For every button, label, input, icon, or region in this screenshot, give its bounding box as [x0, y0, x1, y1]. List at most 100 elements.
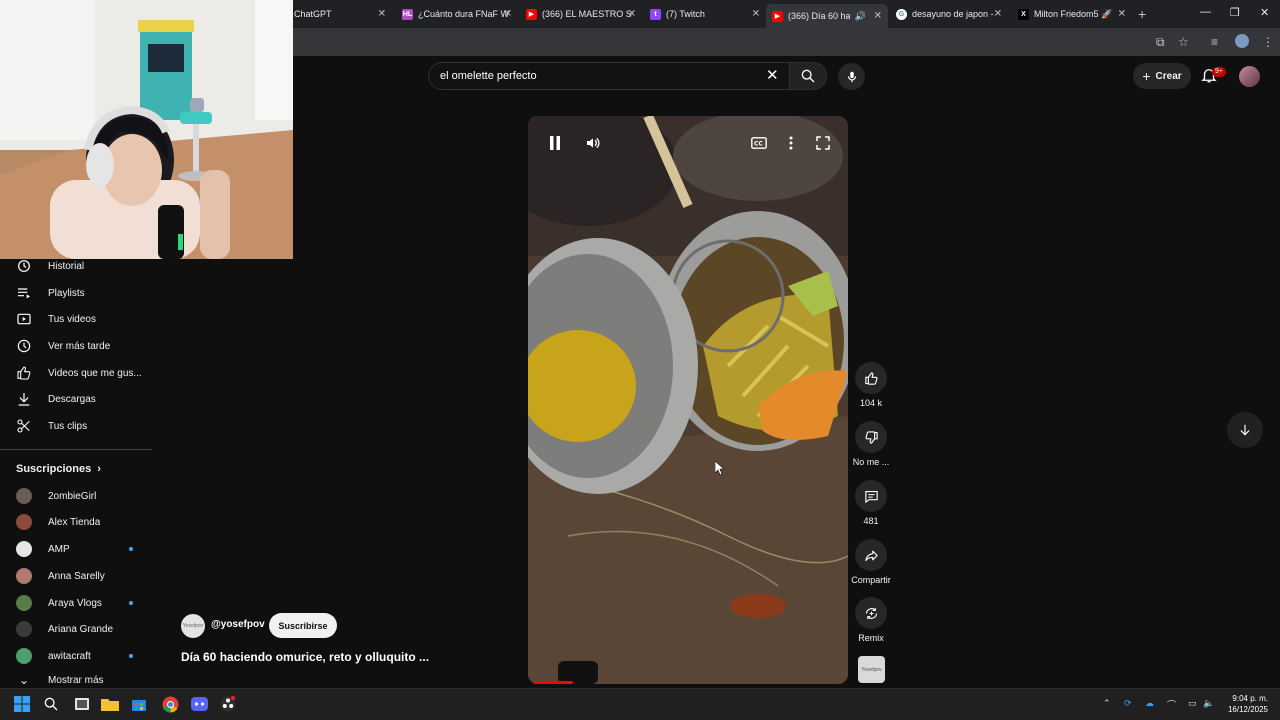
tab-youtube-maestro[interactable]: ▶ (366) EL MAESTRO S ✕ — [520, 4, 642, 24]
sidebar-item-ver-mas-tarde[interactable]: Ver más tarde — [0, 333, 152, 359]
channel-avatar — [16, 514, 32, 530]
chrome-icon[interactable] — [160, 694, 180, 714]
close-icon[interactable]: ✕ — [504, 9, 512, 20]
share-label: Compartir — [851, 575, 891, 585]
account-avatar[interactable] — [1239, 66, 1260, 87]
close-icon[interactable]: ✕ — [1118, 9, 1126, 20]
cast-icon[interactable]: ⧉ — [1156, 35, 1165, 50]
maximize-icon[interactable]: ❐ — [1230, 6, 1240, 19]
video-title[interactable]: Día 60 haciendo omurice, reto y olluquit… — [181, 650, 429, 664]
minimize-icon[interactable]: — — [1200, 6, 1211, 18]
close-icon[interactable]: ✕ — [628, 9, 636, 20]
subscription-item[interactable]: 2ombieGirl — [0, 483, 152, 509]
sidebar-item-label: Tus videos — [48, 313, 96, 325]
subscription-item[interactable]: Ariana Grande — [0, 616, 152, 642]
taskbar-search-icon[interactable] — [41, 694, 61, 714]
network-icon[interactable]: ▭ — [1188, 698, 1197, 709]
close-icon[interactable]: ✕ — [752, 9, 760, 20]
sidebar-item-liked[interactable]: Videos que me gus... — [0, 360, 152, 386]
svg-text:CC: CC — [754, 141, 763, 148]
tab-youtube-active[interactable]: ▶ (366) Día 60 hacie 🔊 ✕ — [766, 4, 888, 28]
file-explorer-icon[interactable] — [100, 694, 120, 714]
system-clock[interactable]: 9:04 p. m. 16/12/2025 — [1222, 693, 1268, 715]
bookmark-star-icon[interactable]: ☆ — [1178, 35, 1189, 49]
subscription-item[interactable]: Alex Tienda — [0, 509, 152, 535]
discord-icon[interactable] — [189, 694, 209, 714]
channel-name[interactable]: @yosefpov — [211, 619, 265, 630]
more-options-button[interactable] — [781, 133, 801, 153]
pause-button[interactable] — [545, 133, 565, 153]
clear-search-icon[interactable]: ✕ — [766, 66, 779, 84]
sidebar-item-descargas[interactable]: Descargas — [0, 386, 152, 412]
subscription-item[interactable]: awitacraft — [0, 643, 152, 669]
tab-google[interactable]: G desayuno de japon - ✕ — [890, 4, 1008, 24]
volume-button[interactable] — [583, 133, 603, 153]
create-label: Crear — [1155, 70, 1182, 82]
dislike-button[interactable] — [855, 421, 887, 453]
clock-time: 9:04 p. m. — [1232, 694, 1268, 703]
share-button[interactable] — [855, 539, 887, 571]
sidebar-item-historial[interactable]: Historial — [0, 253, 152, 279]
search-button[interactable] — [789, 62, 827, 90]
close-icon[interactable]: ✕ — [874, 11, 882, 22]
window-close-icon[interactable]: ✕ — [1260, 6, 1269, 19]
browser-menu-icon[interactable]: ⋮ — [1262, 35, 1274, 49]
sidebar-item-tus-videos[interactable]: Tus videos — [0, 306, 152, 332]
share-icon — [864, 550, 878, 561]
chevron-up-icon[interactable]: ⌃ — [1103, 698, 1111, 709]
channel-avatar — [16, 568, 32, 584]
obs-icon[interactable] — [218, 694, 238, 714]
subscriptions-header[interactable]: Suscripciones › — [16, 463, 101, 475]
subscriptions-title: Suscripciones — [16, 463, 92, 475]
subscription-item[interactable]: Araya Vlogs — [0, 590, 152, 616]
thumbnail-text: Yosefpov — [861, 666, 882, 673]
media-controls-icon[interactable]: ≡ — [1211, 35, 1218, 49]
search-input[interactable]: el omelette perfecto — [428, 62, 790, 90]
channel-avatar — [16, 621, 32, 637]
show-more-label: Mostrar más — [48, 674, 104, 686]
show-more-button[interactable]: ⌄ Mostrar más — [0, 670, 152, 690]
remix-button[interactable] — [855, 597, 887, 629]
sync-icon[interactable]: ⟳ — [1124, 698, 1132, 709]
task-view-icon[interactable] — [72, 694, 92, 714]
windows-start-icon[interactable] — [12, 694, 32, 714]
speaker-icon[interactable]: 🔊 — [855, 11, 866, 22]
speaker-icon[interactable]: 🔈 — [1203, 698, 1214, 709]
subscription-item[interactable]: Anna Sarelly — [0, 563, 152, 589]
x-icon: X — [1018, 8, 1029, 20]
store-icon[interactable] — [129, 694, 149, 714]
next-video-button[interactable] — [1227, 412, 1263, 448]
video-progress-bar[interactable] — [533, 681, 573, 684]
tab-x[interactable]: X Milton Friedom5 🚀 ✕ — [1012, 4, 1132, 24]
fullscreen-button[interactable] — [813, 133, 833, 153]
subscription-name: 2ombieGirl — [48, 490, 97, 502]
tab-label: (366) Día 60 hacie — [788, 11, 850, 21]
comments-button[interactable] — [855, 480, 887, 512]
tab-twitch[interactable]: t (7) Twitch ✕ — [644, 4, 766, 24]
sidebar-item-tus-clips[interactable]: Tus clips — [0, 413, 152, 439]
subscribe-button[interactable]: Suscribirse — [269, 613, 337, 638]
like-button[interactable] — [855, 362, 887, 394]
subscription-item[interactable]: AMP — [0, 536, 152, 562]
mouse-cursor-icon — [715, 461, 724, 475]
voice-search-button[interactable] — [838, 63, 865, 90]
cloud-icon[interactable]: ☁ — [1145, 698, 1154, 709]
subscription-name: AMP — [48, 543, 70, 555]
channel-avatar[interactable]: Yosefpov — [181, 614, 205, 638]
google-icon: G — [896, 8, 907, 20]
tab-fnaf[interactable]: HL ¿Cuánto dura FNaF W ✕ — [396, 4, 518, 24]
audio-source-thumbnail[interactable]: Yosefpov — [858, 656, 885, 683]
wifi-icon[interactable]: ⌒ — [1167, 698, 1176, 711]
sidebar-item-playlists[interactable]: Playlists — [0, 280, 152, 306]
close-icon[interactable]: ✕ — [994, 9, 1002, 20]
shorts-video-player[interactable] — [528, 116, 848, 684]
captions-button[interactable]: CC — [749, 133, 769, 153]
notification-count-badge: 9+ — [1212, 67, 1226, 77]
profile-icon[interactable] — [1235, 34, 1249, 48]
create-button[interactable]: + Crear — [1133, 63, 1191, 89]
new-tab-icon[interactable]: + — [1138, 6, 1146, 22]
video-frame — [528, 116, 848, 684]
tab-chatgpt[interactable]: ChatGPT ✕ — [288, 4, 392, 24]
close-icon[interactable]: ✕ — [378, 9, 386, 20]
arrow-down-icon — [1240, 424, 1250, 436]
